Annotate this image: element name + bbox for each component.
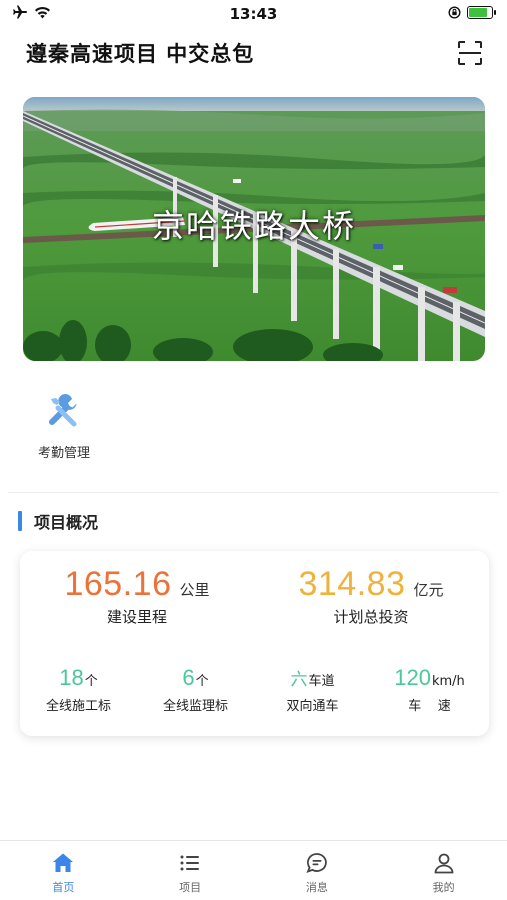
section-accent-bar bbox=[18, 511, 22, 531]
section-header: 项目概况 bbox=[18, 510, 98, 532]
banner-carousel[interactable]: 京哈铁路大桥 bbox=[23, 97, 485, 361]
stat-supervision-unit: 个 bbox=[195, 674, 209, 689]
stat-length-value: 165.16 bbox=[64, 565, 172, 603]
stat-construction-sections: 18 个 全线施工标 bbox=[20, 665, 137, 714]
attendance-management-button[interactable]: 考勤管理 bbox=[28, 392, 100, 461]
list-icon bbox=[180, 855, 200, 871]
orientation-lock-icon bbox=[448, 6, 461, 19]
stat-construction-label: 全线施工标 bbox=[45, 699, 111, 714]
project-overview-card: 165.16 公里 建设里程 314.83 亿元 计划总投资 18 个 全线施工… bbox=[20, 551, 489, 736]
divider bbox=[8, 492, 499, 493]
banner-caption: 京哈铁路大桥 bbox=[151, 207, 356, 245]
stat-speed-value: 120 bbox=[394, 665, 431, 690]
stat-lanes: 六 车道 双向通车 bbox=[254, 665, 371, 714]
scan-icon bbox=[458, 41, 482, 65]
stat-speed: 120 km/h 车 速 bbox=[371, 665, 488, 714]
home-icon bbox=[53, 853, 74, 872]
tab-projects-label: 项目 bbox=[179, 881, 202, 894]
stat-supervision-label: 全线监理标 bbox=[162, 699, 228, 714]
stat-investment: 314.83 亿元 计划总投资 bbox=[254, 565, 488, 627]
stat-investment-unit: 亿元 bbox=[413, 581, 444, 599]
page-title: 遵秦高速项目 中交总包 bbox=[26, 42, 255, 66]
stat-lanes-unit: 车道 bbox=[308, 674, 335, 689]
stat-lanes-label: 双向通车 bbox=[286, 699, 339, 714]
tab-mine[interactable]: 我的 bbox=[380, 841, 507, 900]
tab-messages-label: 消息 bbox=[305, 881, 328, 894]
battery-icon bbox=[467, 6, 496, 19]
user-icon bbox=[434, 853, 454, 874]
stat-investment-value: 314.83 bbox=[298, 565, 406, 603]
stat-length-label: 建设里程 bbox=[106, 608, 167, 626]
function-label: 考勤管理 bbox=[37, 446, 90, 461]
wrench-screwdriver-icon bbox=[49, 394, 77, 427]
stat-lanes-value: 六 bbox=[290, 670, 308, 690]
tab-mine-label: 我的 bbox=[432, 881, 455, 894]
stat-supervision-sections: 6 个 全线监理标 bbox=[137, 665, 254, 714]
section-title: 项目概况 bbox=[34, 513, 99, 532]
status-bar: 13:43 bbox=[0, 0, 507, 28]
stat-investment-label: 计划总投资 bbox=[333, 608, 409, 626]
stat-length-unit: 公里 bbox=[179, 581, 210, 599]
stat-speed-label: 车 速 bbox=[408, 699, 451, 714]
message-icon bbox=[306, 853, 327, 874]
tab-projects[interactable]: 项目 bbox=[127, 841, 254, 900]
stat-construction-value: 18 bbox=[59, 665, 84, 690]
stat-length: 165.16 公里 建设里程 bbox=[20, 565, 254, 627]
status-time: 13:43 bbox=[229, 5, 278, 23]
tab-bar: 首页 项目 消息 我的 bbox=[0, 840, 507, 900]
scan-button[interactable] bbox=[457, 40, 483, 66]
tab-messages[interactable]: 消息 bbox=[254, 841, 381, 900]
stat-speed-unit: km/h bbox=[431, 674, 465, 689]
stat-supervision-value: 6 bbox=[182, 665, 195, 690]
header: 遵秦高速项目 中交总包 bbox=[0, 34, 507, 74]
stat-construction-unit: 个 bbox=[84, 674, 98, 689]
tab-home[interactable]: 首页 bbox=[0, 841, 127, 900]
tab-home-label: 首页 bbox=[52, 881, 75, 894]
